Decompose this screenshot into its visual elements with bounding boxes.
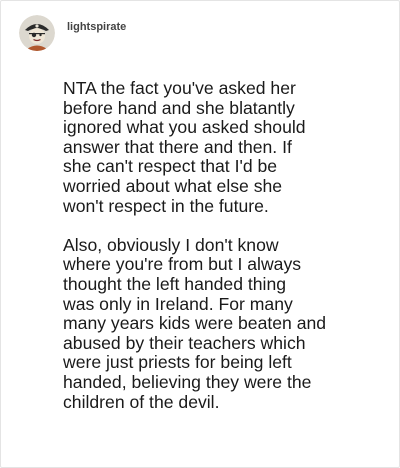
- comment-paragraph: NTA the fact you've asked her before han…: [63, 78, 306, 216]
- username[interactable]: lightspirate: [67, 21, 126, 33]
- comment-header: lightspirate: [19, 15, 126, 51]
- comment-card: lightspirate NTA the fact you've asked h…: [0, 0, 400, 468]
- pirate-avatar-icon[interactable]: [19, 15, 55, 51]
- comment-paragraph: Also, obviously I don't know where you'r…: [63, 234, 327, 412]
- comment-body: NTA the fact you've asked her before han…: [63, 78, 383, 412]
